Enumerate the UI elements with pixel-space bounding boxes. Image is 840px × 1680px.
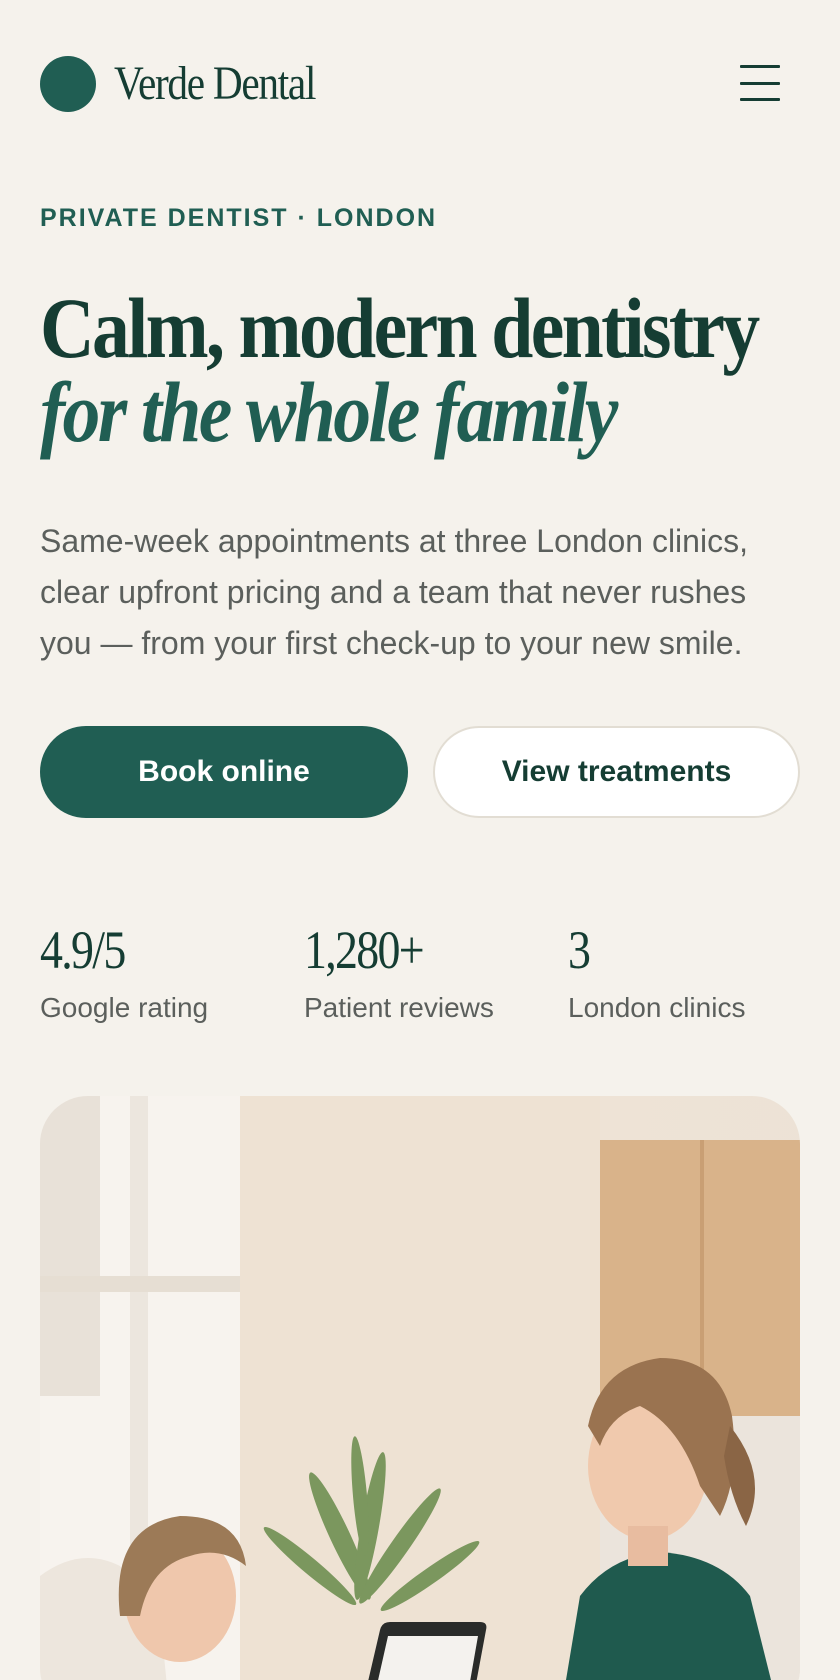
stat-london-clinics: 3 London clinics <box>568 920 745 1024</box>
stats-row: 4.9/5 Google rating 1,280+ Patient revie… <box>40 920 800 1030</box>
stat-label: Google rating <box>40 992 209 1023</box>
stat-value: 1,280+ <box>304 920 425 980</box>
stat-google-rating: 4.9/5 Google rating <box>40 920 208 1024</box>
stat-value: 3 <box>568 920 591 980</box>
stat-value: 4.9/5 <box>40 920 126 980</box>
photo-illustration <box>40 1096 800 1680</box>
logo-circle-icon[interactable] <box>40 56 96 112</box>
hero-photo-dentist-with-patient <box>40 1096 800 1680</box>
hamburger-menu-icon[interactable] <box>740 63 780 103</box>
stat-label: London clinics <box>568 992 746 1023</box>
view-treatments-button[interactable]: View treatments <box>433 726 800 818</box>
stat-label: Patient reviews <box>304 992 494 1023</box>
site-header: Verde Dental <box>40 56 780 112</box>
headline-plain: Calm, modern dentistry <box>40 280 760 376</box>
brand-name[interactable]: Verde Dental <box>114 58 316 110</box>
hero-eyebrow: PRIVATE DENTIST · LONDON <box>40 204 438 232</box>
hero-lead-text: Same-week appointments at three London c… <box>40 523 748 661</box>
stat-patient-reviews: 1,280+ Patient reviews <box>304 920 494 1024</box>
headline-italic: for the whole family <box>40 364 618 460</box>
book-online-button[interactable]: Book online <box>40 726 408 818</box>
hero-headline: Calm, modern dentistry for the whole fam… <box>40 285 800 455</box>
